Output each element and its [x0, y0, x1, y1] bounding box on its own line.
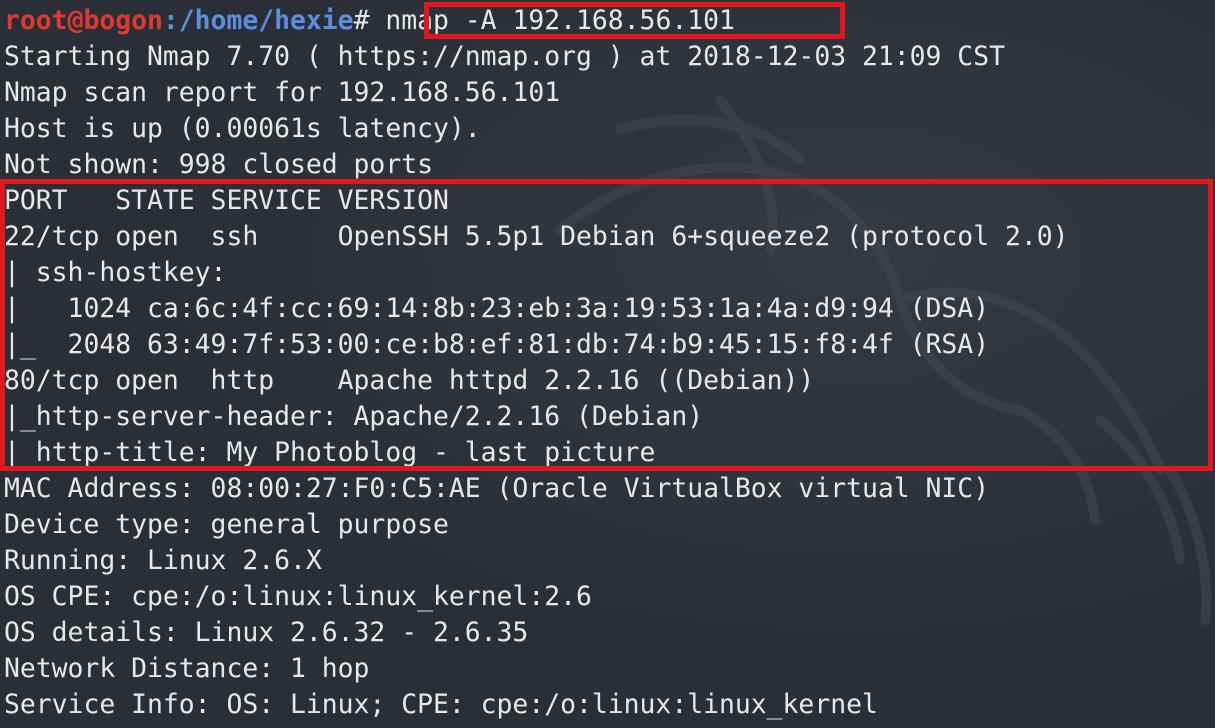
output-line: OS CPE: cpe:/o:linux:linux_kernel:2.6 [4, 581, 592, 612]
output-line: Host is up (0.00061s latency). [4, 113, 481, 144]
output-line: OS details: Linux 2.6.32 - 2.6.35 [4, 617, 529, 648]
output-line: Network Distance: 1 hop [4, 653, 370, 684]
output-line: MAC Address: 08:00:27:F0:C5:AE (Oracle V… [4, 473, 990, 504]
output-line: Running: Linux 2.6.X [4, 545, 322, 576]
prompt-user-host: root@bogon [4, 5, 163, 36]
output-line: Not shown: 998 closed ports [4, 149, 433, 180]
output-line: Service Info: OS: Linux; CPE: cpe:/o:lin… [4, 689, 878, 720]
output-line: Device type: general purpose [4, 509, 449, 540]
prompt-path: :/home/hexie [162, 5, 354, 36]
ports-highlight-box [0, 179, 1213, 471]
terminal-window[interactable]: root@bogon:/home/hexie# nmap -A 192.168.… [0, 0, 1215, 728]
output-line: Starting Nmap 7.70 ( https://nmap.org ) … [4, 41, 1005, 72]
command-highlight-box [424, 2, 845, 39]
prompt-symbol: # [353, 5, 370, 36]
output-line: Nmap scan report for 192.168.56.101 [4, 77, 561, 108]
